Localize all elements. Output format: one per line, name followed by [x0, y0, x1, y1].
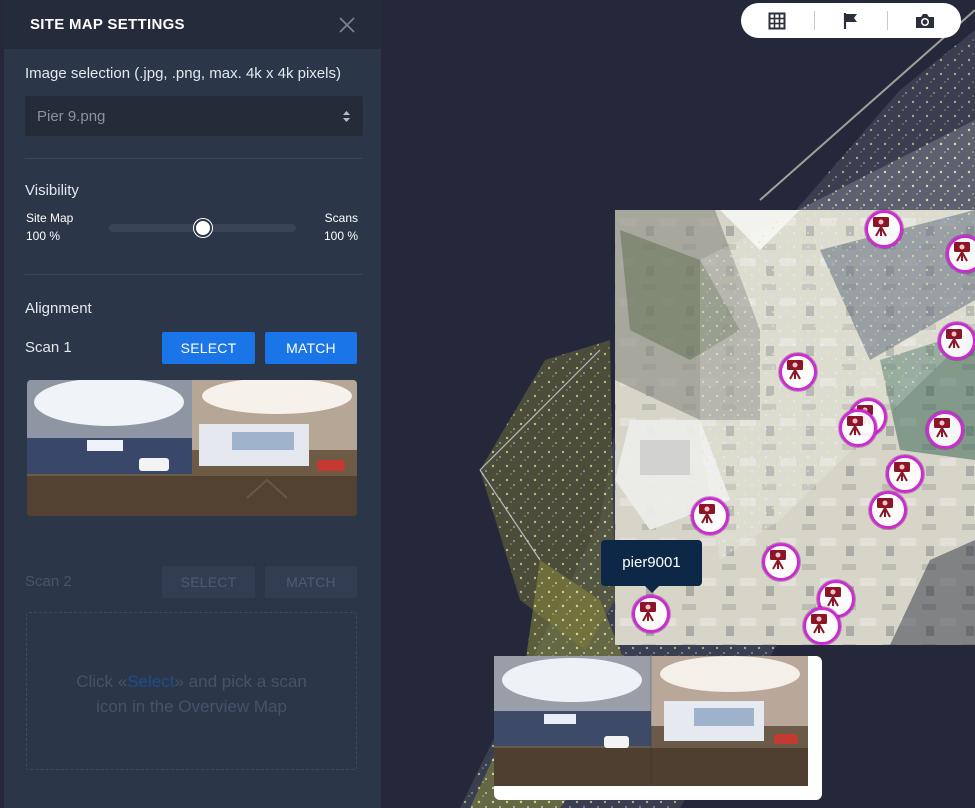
scan-marker[interactable] — [938, 322, 975, 360]
hint-suffix: and pick a scan — [188, 672, 307, 691]
scan-marker[interactable] — [839, 409, 877, 447]
close-icon[interactable] — [337, 15, 357, 35]
hint-select-link[interactable]: Select — [127, 672, 174, 691]
map-toolbar — [741, 3, 961, 38]
scan-marker[interactable] — [803, 607, 841, 645]
panorama-image — [27, 380, 357, 516]
scan-preview — [494, 656, 822, 800]
alignment-label: Alignment — [25, 300, 92, 317]
scan2-hint-line2: icon in the Overview Map — [96, 697, 287, 716]
scan-marker[interactable] — [779, 353, 817, 391]
scan2-select-button[interactable]: SELECT — [162, 566, 255, 598]
scans-value: 100 % — [323, 229, 358, 243]
scan-marker-pier9001[interactable] — [632, 595, 670, 633]
visibility-label: Visibility — [25, 182, 79, 199]
camera-button[interactable] — [888, 3, 961, 38]
scan2-match-button[interactable]: MATCH — [265, 566, 357, 598]
camera-icon — [915, 13, 934, 28]
visibility-slider[interactable] — [109, 219, 296, 237]
divider — [25, 158, 363, 159]
image-selection-label: Image selection (.jpg, .png, max. 4k x 4… — [25, 65, 341, 82]
scan1-select-button[interactable]: SELECT — [162, 332, 255, 364]
panel-title: SITE MAP SETTINGS — [30, 16, 185, 33]
scan-tooltip: pier9001 — [601, 540, 702, 593]
scan2-label: Scan 2 — [25, 573, 72, 590]
panel-header: SITE MAP SETTINGS — [4, 0, 381, 49]
select-arrows-icon — [343, 110, 350, 122]
site-map-settings-panel: SITE MAP SETTINGS Image selection (.jpg,… — [4, 0, 381, 808]
divider — [25, 274, 363, 275]
scan-marker[interactable] — [762, 543, 800, 581]
scan1-label: Scan 1 — [25, 339, 72, 356]
flag-icon — [843, 12, 857, 29]
hint-prefix: Click — [76, 672, 114, 691]
scan1-panorama — [27, 380, 357, 516]
panorama-preview-image — [494, 656, 808, 786]
scan2-drop-zone: Click «Select» and pick a scan icon in t… — [26, 612, 357, 770]
scans-label: Scans — [324, 211, 358, 225]
image-select[interactable]: Pier 9.png — [25, 96, 363, 136]
scan-marker[interactable] — [691, 497, 729, 535]
scan-marker[interactable] — [869, 491, 907, 529]
image-select-value: Pier 9.png — [37, 107, 106, 125]
scan1-match-button[interactable]: MATCH — [265, 332, 357, 364]
site-map-label: Site Map — [26, 211, 74, 225]
scan-marker[interactable] — [926, 411, 964, 449]
slider-thumb[interactable] — [193, 219, 212, 237]
grid-icon — [768, 12, 786, 29]
scan-marker[interactable] — [886, 455, 924, 493]
scan-marker[interactable] — [865, 210, 903, 248]
scan2-hint-line1: Click «Select» and pick a scan — [76, 672, 307, 691]
site-map-value: 100 % — [26, 229, 61, 243]
grid-button[interactable] — [741, 3, 814, 38]
flag-button[interactable] — [815, 3, 888, 38]
